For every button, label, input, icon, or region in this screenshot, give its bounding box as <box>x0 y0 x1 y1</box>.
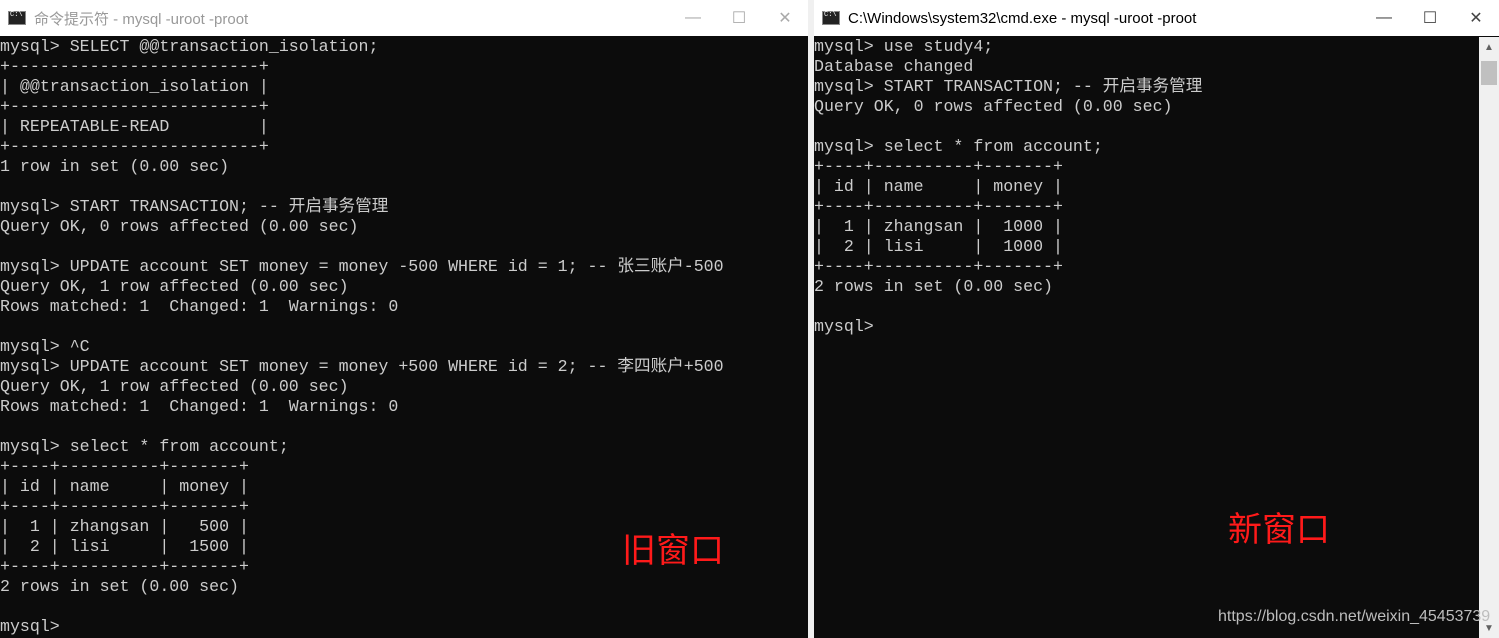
title-bar[interactable]: 命令提示符 - mysql -uroot -proot — ☐ ✕ <box>0 0 808 36</box>
annotation-label: 新窗口 <box>1228 511 1330 549</box>
terminal-line: 2 rows in set (0.00 sec) <box>0 577 239 596</box>
terminal-line: | 2 | lisi | 1000 | <box>814 237 1063 256</box>
cmd-icon <box>8 11 26 25</box>
maximize-button[interactable]: ☐ <box>1407 0 1453 36</box>
maximize-button[interactable]: ☐ <box>716 0 762 36</box>
terminal-line: +----+----------+-------+ <box>0 497 249 516</box>
title-bar[interactable]: C:\Windows\system32\cmd.exe - mysql -uro… <box>814 0 1499 36</box>
terminal-line: Database changed <box>814 57 974 76</box>
terminal-line: | 1 | zhangsan | 1000 | <box>814 217 1063 236</box>
terminal-line: mysql> select * from account; <box>0 437 289 456</box>
terminal-line: mysql> <box>814 317 874 336</box>
close-button[interactable]: ✕ <box>1453 0 1499 36</box>
watermark: https://blog.csdn.net/weixin_45453739 <box>1218 608 1491 625</box>
terminal-line: Rows matched: 1 Changed: 1 Warnings: 0 <box>0 297 399 316</box>
terminal-line: Rows matched: 1 Changed: 1 Warnings: 0 <box>0 397 399 416</box>
terminal-line: +-------------------------+ <box>0 137 269 156</box>
terminal-line: mysql> <box>0 617 60 636</box>
terminal-line: Query OK, 0 rows affected (0.00 sec) <box>814 97 1173 116</box>
terminal-line: 1 row in set (0.00 sec) <box>0 157 230 176</box>
annotation-label: 旧窗口 <box>622 532 724 570</box>
vertical-scrollbar[interactable]: ▲ ▼ <box>1479 37 1499 638</box>
terminal-line: | @@transaction_isolation | <box>0 77 269 96</box>
close-button[interactable]: ✕ <box>762 0 808 36</box>
terminal-line: Query OK, 1 row affected (0.00 sec) <box>0 377 349 396</box>
scroll-up-icon[interactable]: ▲ <box>1479 37 1499 57</box>
minimize-button[interactable]: — <box>670 0 716 36</box>
terminal-line: mysql> START TRANSACTION; -- 开启事务管理 <box>814 77 1203 96</box>
terminal-line: +----+----------+-------+ <box>814 157 1063 176</box>
terminal-line: +----+----------+-------+ <box>0 457 249 476</box>
left-cmd-window: 命令提示符 - mysql -uroot -proot — ☐ ✕ mysql>… <box>0 0 808 638</box>
scrollbar-thumb[interactable] <box>1481 61 1497 85</box>
minimize-button[interactable]: — <box>1361 0 1407 36</box>
terminal-line: | id | name | money | <box>0 477 249 496</box>
cmd-icon <box>822 11 840 25</box>
terminal-line: | REPEATABLE-READ | <box>0 117 269 136</box>
terminal-line: +----+----------+-------+ <box>814 257 1063 276</box>
terminal-line: Query OK, 0 rows affected (0.00 sec) <box>0 217 359 236</box>
terminal-line: 2 rows in set (0.00 sec) <box>814 277 1053 296</box>
terminal-line: mysql> SELECT @@transaction_isolation; <box>0 37 379 56</box>
terminal-line: mysql> select * from account; <box>814 137 1103 156</box>
terminal-line: +-------------------------+ <box>0 97 269 116</box>
terminal-line: +-------------------------+ <box>0 57 269 76</box>
terminal-line: mysql> START TRANSACTION; -- 开启事务管理 <box>0 197 389 216</box>
window-title: C:\Windows\system32\cmd.exe - mysql -uro… <box>848 9 1197 27</box>
window-title: 命令提示符 - mysql -uroot -proot <box>34 10 249 28</box>
terminal-line: mysql> ^C <box>0 337 90 356</box>
right-cmd-window: C:\Windows\system32\cmd.exe - mysql -uro… <box>814 0 1499 638</box>
terminal-line: mysql> UPDATE account SET money = money … <box>0 257 724 276</box>
terminal-line: Query OK, 1 row affected (0.00 sec) <box>0 277 349 296</box>
terminal-line: mysql> use study4; <box>814 37 994 56</box>
terminal-line: +----+----------+-------+ <box>814 197 1063 216</box>
terminal-line: mysql> UPDATE account SET money = money … <box>0 357 724 376</box>
terminal-line: | id | name | money | <box>814 177 1063 196</box>
terminal-output[interactable]: mysql> use study4; Database changed mysql>… <box>814 37 1479 638</box>
